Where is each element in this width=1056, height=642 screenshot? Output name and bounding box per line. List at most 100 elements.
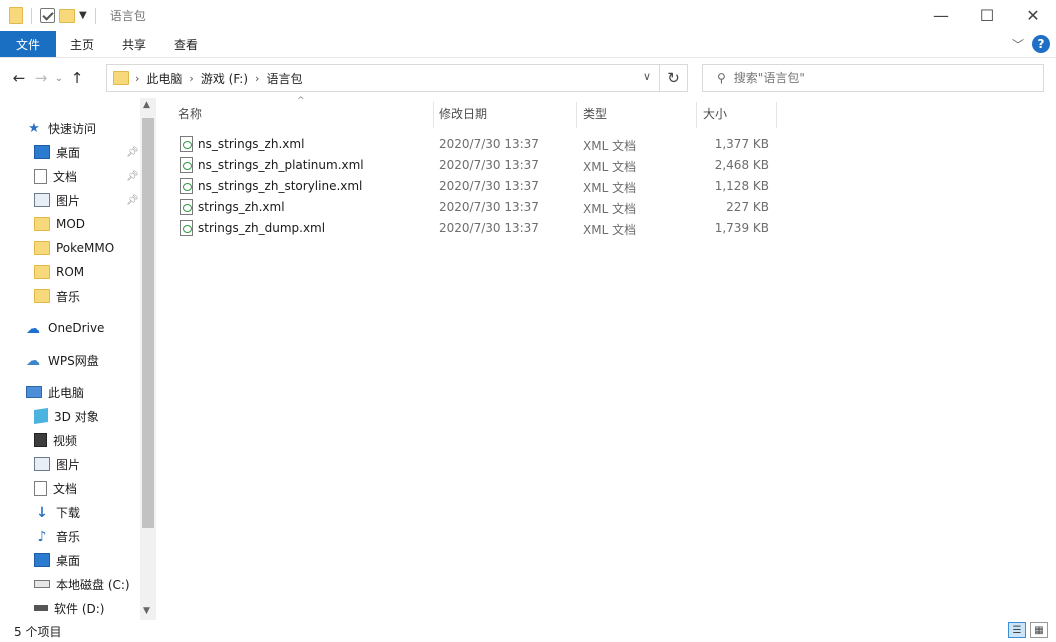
status-bar: 5 个项目 ☰ ▦ [0,620,1056,642]
sidebar-item-pc-desktop[interactable]: 桌面 [34,549,80,571]
sidebar-item-3d-objects[interactable]: 3D 对象 [34,405,99,427]
table-row[interactable]: ns_strings_zh.xml 2020/7/30 13:37 XML 文档… [176,134,776,155]
address-bar[interactable]: › 此电脑 › 游戏 (F:) › 语言包 ∨ [106,64,660,92]
sidebar-item-label: ROM [56,265,85,279]
file-size: 2,468 KB [714,158,769,172]
close-button[interactable]: ✕ [1010,0,1056,31]
scroll-up-icon[interactable]: ▲ [143,100,150,110]
table-row[interactable]: ns_strings_zh_storyline.xml 2020/7/30 13… [176,176,776,197]
search-box[interactable]: ⚲ [702,64,1044,92]
document-icon [34,168,47,184]
drive-icon [34,605,48,611]
column-divider[interactable] [433,102,434,128]
sidebar-item-this-pc[interactable]: 此电脑 [26,381,84,403]
folder-icon [34,217,50,231]
breadcrumb-this-pc[interactable]: 此电脑 [146,70,182,87]
sidebar-item-quick-access[interactable]: ★ 快速访问 [26,117,96,139]
sidebar-item-music-folder[interactable]: 音乐 [34,285,80,307]
address-dropdown-icon[interactable]: ∨ [643,70,651,83]
folder-icon [34,241,50,255]
sidebar-item-pictures[interactable]: 图片 📌︎ [34,189,139,211]
file-date: 2020/7/30 13:37 [439,179,539,193]
toolbar-separator [94,7,96,24]
window-controls: — ☐ ✕ [918,0,1056,31]
file-size: 1,128 KB [714,179,769,193]
folder-icon [34,289,50,303]
chevron-down-icon[interactable]: ﹀ [1012,36,1024,53]
computer-icon [26,386,42,398]
column-divider[interactable] [776,102,777,128]
sidebar-item-pc-documents[interactable]: 文档 [34,477,77,499]
scroll-down-icon[interactable]: ▼ [143,606,150,616]
up-arrow-icon[interactable]: ↑ [66,69,88,87]
sidebar-item-music[interactable]: ♪ 音乐 [34,525,80,547]
minimize-button[interactable]: — [918,0,964,31]
new-folder-icon[interactable] [59,8,75,23]
sidebar-item-label: MOD [56,217,86,231]
pin-icon[interactable]: 📌︎ [126,147,139,158]
tab-file[interactable]: 文件 [0,31,56,57]
column-divider[interactable] [696,102,697,128]
customize-toolbar-icon[interactable]: ▼ [79,10,87,21]
sidebar-item-videos[interactable]: 视频 [34,429,77,451]
sidebar-item-label: 视频 [53,433,78,448]
pin-icon[interactable]: 📌︎ [126,171,139,182]
recent-locations-icon[interactable]: ⌄ [52,73,66,84]
forward-arrow-icon[interactable]: → [30,69,52,87]
scrollbar-thumb[interactable] [142,118,154,528]
column-header-type[interactable]: 类型 [583,98,695,128]
sidebar-item-rom[interactable]: ROM [34,261,84,283]
column-divider[interactable] [576,102,577,128]
column-header-size[interactable]: 大小 [703,98,775,128]
sidebar-item-label: OneDrive [48,321,105,335]
back-arrow-icon[interactable]: ← [8,69,30,87]
column-header-name[interactable]: 名称 [178,98,432,128]
column-header-date[interactable]: 修改日期 [439,98,575,128]
tab-share[interactable]: 共享 [108,31,160,57]
large-icons-view-icon[interactable]: ▦ [1030,622,1048,638]
chevron-right-icon[interactable]: › [135,72,139,85]
file-name: ns_strings_zh_platinum.xml [198,158,364,172]
sidebar-item-pc-pictures[interactable]: 图片 [34,453,80,475]
properties-icon[interactable] [40,8,55,23]
refresh-button[interactable]: ↻ [660,64,688,92]
sidebar-item-wps-drive[interactable]: ☁ WPS网盘 [24,349,99,371]
table-row[interactable]: strings_zh_dump.xml 2020/7/30 13:37 XML … [176,218,776,239]
tab-home[interactable]: 主页 [56,31,108,57]
chevron-right-icon[interactable]: › [189,72,193,85]
breadcrumb-drive-f[interactable]: 游戏 (F:) [201,70,248,87]
file-date: 2020/7/30 13:37 [439,137,539,151]
3d-objects-icon [34,408,48,424]
details-view-icon[interactable]: ☰ [1008,622,1026,638]
file-date: 2020/7/30 13:37 [439,200,539,214]
sidebar-item-mod[interactable]: MOD [34,213,85,235]
table-row[interactable]: ns_strings_zh_platinum.xml 2020/7/30 13:… [176,155,776,176]
folder-icon [113,71,129,85]
sidebar-item-documents[interactable]: 文档 📌︎ [34,165,139,187]
maximize-button[interactable]: ☐ [964,0,1010,31]
folder-icon[interactable] [9,7,23,24]
music-note-icon: ♪ [37,529,47,545]
sidebar-item-drive-c[interactable]: 本地磁盘 (C:) [34,573,130,595]
sidebar-item-onedrive[interactable]: ☁ OneDrive [24,317,104,339]
tab-view[interactable]: 查看 [160,31,212,57]
file-list-pane: ^ 名称 修改日期 类型 大小 ns_strings_zh.xml 2020/7… [156,96,1056,620]
sidebar-item-pokemmo[interactable]: PokeMMO [34,237,114,259]
sidebar-item-downloads[interactable]: ↓ 下载 [34,501,80,523]
xml-file-icon [180,220,193,236]
file-date: 2020/7/30 13:37 [439,221,539,235]
table-row[interactable]: strings_zh.xml 2020/7/30 13:37 XML 文档 22… [176,197,776,218]
breadcrumb-current-folder[interactable]: 语言包 [266,70,302,87]
help-icon[interactable]: ? [1032,35,1050,53]
chevron-right-icon[interactable]: › [255,72,259,85]
sidebar-item-drive-d[interactable]: 软件 (D:) [34,597,104,619]
sidebar-item-desktop[interactable]: 桌面 📌︎ [34,141,139,163]
ribbon-controls: ﹀ ? [1012,35,1050,53]
sidebar-scrollbar[interactable]: ▲ ▼ [140,98,156,620]
sidebar-item-label: 快速访问 [48,121,97,136]
title-bar: ▼ 语言包 — ☐ ✕ [0,0,1056,31]
desktop-icon [34,145,50,159]
search-input[interactable] [733,71,1034,85]
desktop-icon [34,553,50,567]
pin-icon[interactable]: 📌︎ [126,195,139,206]
